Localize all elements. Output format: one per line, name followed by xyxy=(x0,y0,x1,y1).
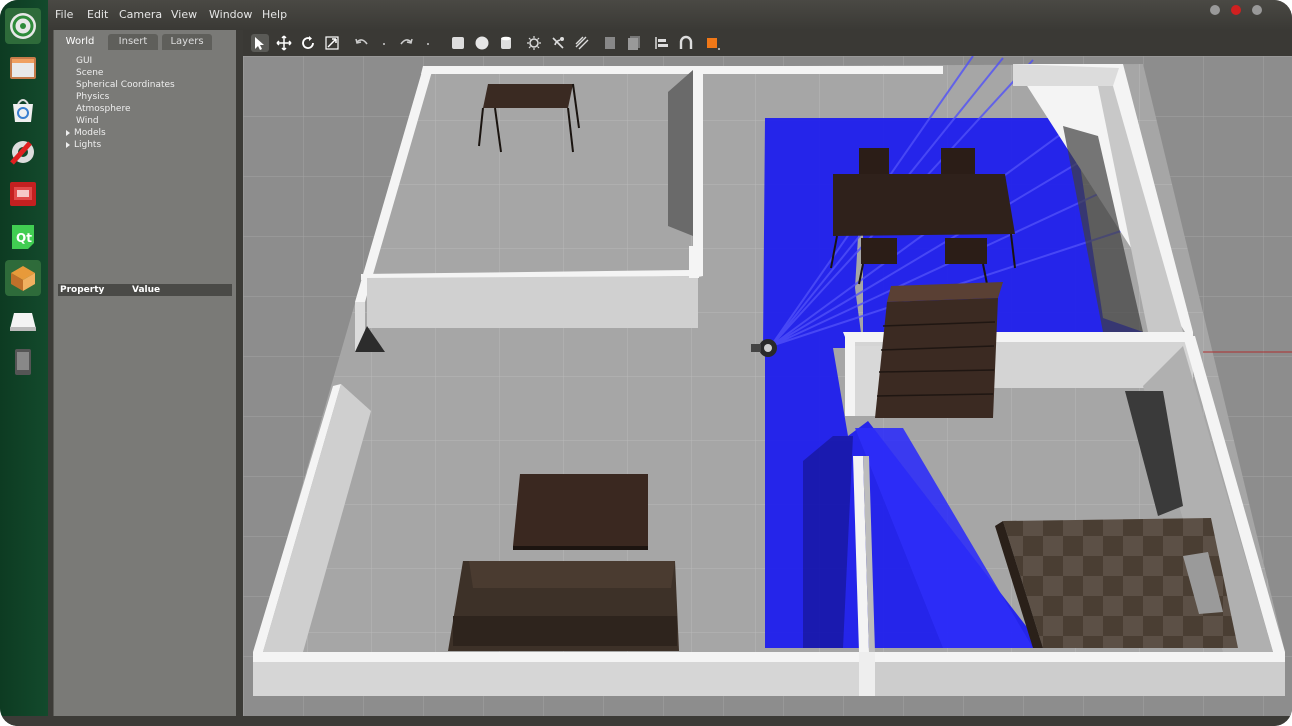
scene-render xyxy=(243,56,1292,720)
menu-bar: File Edit Camera View Window Help xyxy=(0,0,1292,30)
wardrobe xyxy=(875,282,1003,418)
phone-icon[interactable] xyxy=(5,344,41,380)
tree-item-physics[interactable]: Physics xyxy=(76,92,109,102)
property-column-header: Property xyxy=(60,285,105,295)
presentation-icon[interactable] xyxy=(5,176,41,212)
settings-icon[interactable] xyxy=(5,134,41,170)
tab-layers[interactable]: Layers xyxy=(162,34,212,50)
sphere-icon[interactable] xyxy=(473,34,491,52)
tree-item-atmosphere[interactable]: Atmosphere xyxy=(76,104,130,114)
redo-icon[interactable] xyxy=(397,34,415,52)
launcher: Qt xyxy=(0,0,48,726)
expand-arrow-icon[interactable] xyxy=(66,129,70,136)
point-light-icon[interactable] xyxy=(525,34,543,52)
scale-icon[interactable] xyxy=(323,34,341,52)
menu-help[interactable]: Help xyxy=(262,8,287,21)
menu-file[interactable]: File xyxy=(55,8,73,21)
menu-edit[interactable]: Edit xyxy=(87,8,108,21)
paste-icon[interactable] xyxy=(625,34,643,52)
snap-icon[interactable] xyxy=(677,34,695,52)
tree-item-lights-label: Lights xyxy=(74,140,102,150)
select-arrow-icon[interactable] xyxy=(251,34,269,52)
menu-window[interactable]: Window xyxy=(209,8,252,21)
tree-item-wind[interactable]: Wind xyxy=(76,116,99,126)
copy-icon[interactable] xyxy=(601,34,619,52)
translate-icon[interactable] xyxy=(275,34,293,52)
drive-icon[interactable] xyxy=(5,302,41,338)
property-table-header: Property Value xyxy=(58,284,232,296)
cylinder-icon[interactable] xyxy=(497,34,515,52)
tab-insert[interactable]: Insert xyxy=(108,34,158,50)
gazebo-window: File Edit Camera View Window Help Qt Wor… xyxy=(0,0,1292,726)
gazebo-icon[interactable] xyxy=(5,260,41,296)
redo-dropdown-icon[interactable] xyxy=(419,34,437,52)
tree-item-models[interactable]: Models xyxy=(66,128,106,138)
expand-arrow-icon[interactable] xyxy=(66,141,70,148)
menu-view[interactable]: View xyxy=(171,8,197,21)
tree-item-gui[interactable]: GUI xyxy=(76,56,92,66)
files-icon[interactable] xyxy=(5,50,41,86)
box-icon[interactable] xyxy=(449,34,467,52)
value-column-header: Value xyxy=(132,285,161,295)
3d-viewport[interactable] xyxy=(243,56,1292,720)
spot-light-icon[interactable] xyxy=(549,34,567,52)
tree-item-scene[interactable]: Scene xyxy=(76,68,103,78)
status-bar xyxy=(0,716,1292,726)
qt-creator-icon[interactable]: Qt xyxy=(5,218,41,254)
align-icon[interactable] xyxy=(653,34,671,52)
directional-light-icon[interactable] xyxy=(573,34,591,52)
software-center-icon[interactable] xyxy=(5,92,41,128)
ubuntu-dash-icon[interactable] xyxy=(5,8,41,44)
tree-item-lights[interactable]: Lights xyxy=(66,140,101,150)
panel-tabs: World Insert Layers xyxy=(54,32,236,50)
world-panel: World Insert Layers GUI Scene Spherical … xyxy=(53,30,236,720)
tree-item-spherical-coordinates[interactable]: Spherical Coordinates xyxy=(76,80,175,90)
rotate-icon[interactable] xyxy=(299,34,317,52)
menu-camera[interactable]: Camera xyxy=(119,8,162,21)
svg-text:Qt: Qt xyxy=(16,231,32,245)
tab-world[interactable]: World xyxy=(58,34,102,50)
sofa xyxy=(448,561,679,651)
system-tray xyxy=(1204,0,1262,15)
undo-dropdown-icon[interactable] xyxy=(375,34,393,52)
coffee-table xyxy=(513,474,648,550)
change-view-icon[interactable] xyxy=(703,34,721,52)
bed xyxy=(995,518,1238,648)
undo-icon[interactable] xyxy=(353,34,371,52)
tree-item-models-label: Models xyxy=(74,128,106,138)
notification-icon[interactable] xyxy=(1230,5,1241,15)
power-icon[interactable] xyxy=(1252,5,1262,15)
toolbar xyxy=(243,30,1292,56)
network-icon[interactable] xyxy=(1209,5,1220,15)
